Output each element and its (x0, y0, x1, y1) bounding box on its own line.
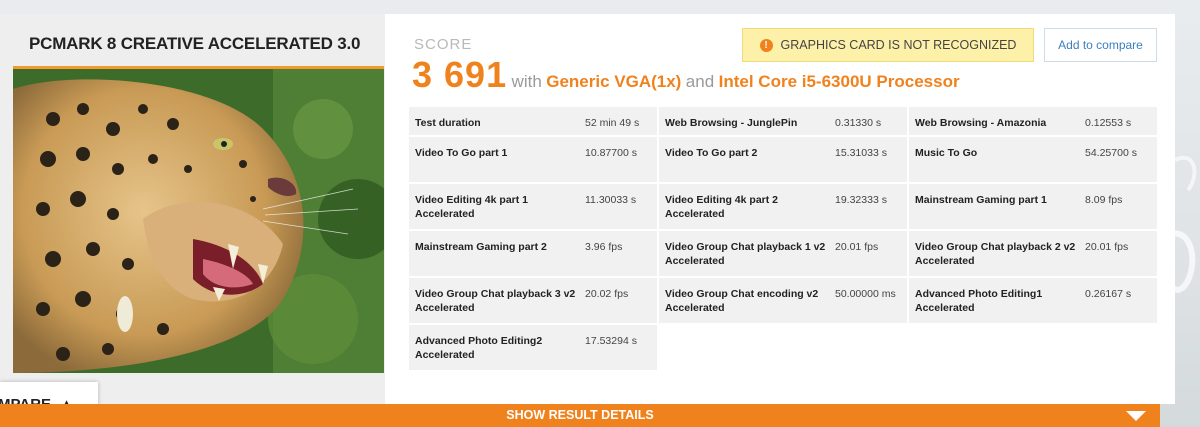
leopard-image (13, 66, 384, 373)
add-to-compare-button[interactable]: Add to compare (1044, 28, 1157, 62)
result-cell: Video Group Chat playback 1 v2 Accelerat… (659, 231, 907, 276)
result-name: Web Browsing - Amazonia (915, 117, 1047, 129)
result-value: 10.87700 s (585, 147, 637, 159)
score-and-text: and (685, 72, 715, 91)
result-cell: Mainstream Gaming part 2 3.96 fps (409, 231, 657, 276)
score-label: SCORE (414, 36, 473, 53)
benchmark-panel: PCMARK 8 CREATIVE ACCELERATED 3.0 (0, 14, 385, 404)
result-value: 17.53294 s (585, 335, 637, 347)
result-value: 50.00000 ms (835, 288, 896, 300)
results-row: Mainstream Gaming part 2 3.96 fps Video Gr… (409, 231, 1157, 278)
result-name: Mainstream Gaming part 2 (415, 241, 547, 253)
result-value: 19.32333 s (835, 194, 887, 206)
result-name: Web Browsing - JunglePin (665, 117, 798, 129)
result-value: 54.25700 s (1085, 147, 1137, 159)
result-cell: Web Browsing - JunglePin 0.31330 s (659, 107, 907, 135)
result-value: 52 min 49 s (585, 117, 640, 129)
result-value: 20.01 fps (1085, 241, 1129, 253)
results-table: Test duration 52 min 49 s Web Browsing - J… (409, 107, 1157, 372)
result-value: 20.01 fps (835, 241, 879, 253)
result-value: 8.09 fps (1085, 194, 1123, 206)
result-name: Advanced Photo Editing2 Accelerated (415, 335, 543, 361)
results-row: Advanced Photo Editing2 Accelerated 17.53… (409, 325, 1157, 372)
gpu-link[interactable]: Generic VGA(1x) (546, 72, 681, 91)
result-cell: Video To Go part 2 15.31033 s (659, 137, 907, 182)
result-name: Video To Go part 1 (415, 147, 508, 159)
result-cell: Web Browsing - Amazonia 0.12553 s (909, 107, 1157, 135)
exclamation-icon: ! (759, 38, 773, 52)
result-cell: Video To Go part 1 10.87700 s (409, 137, 657, 182)
result-cell: Video Group Chat playback 3 v2 Accelerat… (409, 278, 657, 323)
score-with-text: with (511, 72, 542, 91)
score-value: 3 691 (412, 54, 508, 95)
graphics-warning-badge: ! GRAPHICS CARD IS NOT RECOGNIZED (742, 28, 1034, 62)
result-cell: Test duration 52 min 49 s (409, 107, 657, 135)
result-name: Video To Go part 2 (665, 147, 758, 159)
result-name: Music To Go (915, 147, 978, 159)
result-cell: Video Group Chat playback 2 v2 Accelerat… (909, 231, 1157, 276)
warning-text: GRAPHICS CARD IS NOT RECOGNIZED (780, 38, 1017, 52)
result-cell: Video Editing 4k part 2 Accelerated 19.32… (659, 184, 907, 229)
result-name: Video Group Chat playback 3 v2 Accelerat… (415, 288, 576, 314)
result-name: Video Group Chat encoding v2 Accelerated (665, 288, 819, 314)
result-name: Test duration (415, 117, 481, 129)
result-value: 3.96 fps (585, 241, 623, 253)
result-card: PCMARK 8 CREATIVE ACCELERATED 3.0 SCORE … (0, 14, 1175, 404)
show-result-details-button[interactable]: SHOW RESULT DETAILS (0, 404, 1160, 427)
result-cell: Advanced Photo Editing1 Accelerated 0.261… (909, 278, 1157, 323)
result-name: Video Editing 4k part 2 Accelerated (665, 194, 778, 220)
show-details-label: SHOW RESULT DETAILS (506, 408, 654, 422)
result-value: 0.12553 s (1085, 117, 1132, 129)
result-name: Video Group Chat playback 1 v2 Accelerat… (665, 241, 826, 267)
result-name: Video Group Chat playback 2 v2 Accelerat… (915, 241, 1076, 267)
result-value: 11.30033 s (585, 194, 637, 206)
result-cell: Music To Go 54.25700 s (909, 137, 1157, 182)
result-name: Mainstream Gaming part 1 (915, 194, 1047, 206)
result-cell: Video Editing 4k part 1 Accelerated 11.30… (409, 184, 657, 229)
result-cell: Advanced Photo Editing2 Accelerated 17.53… (409, 325, 657, 370)
result-value: 0.26167 s (1085, 288, 1132, 300)
result-value: 15.31033 s (835, 147, 887, 159)
result-name: Video Editing 4k part 1 Accelerated (415, 194, 528, 220)
result-cell: Mainstream Gaming part 1 8.09 fps (909, 184, 1157, 229)
results-row: Video Editing 4k part 1 Accelerated 11.30… (409, 184, 1157, 231)
results-row: Test duration 52 min 49 s Web Browsing - J… (409, 107, 1157, 137)
chevron-down-icon (1126, 411, 1146, 421)
cpu-link[interactable]: Intel Core i5-6300U Processor (719, 72, 960, 91)
results-row: Video To Go part 1 10.87700 s Video To Go … (409, 137, 1157, 184)
benchmark-title: PCMARK 8 CREATIVE ACCELERATED 3.0 (29, 34, 361, 53)
result-value: 0.31330 s (835, 117, 882, 129)
result-name: Advanced Photo Editing1 Accelerated (915, 288, 1043, 314)
results-row: Video Group Chat playback 3 v2 Accelerat… (409, 278, 1157, 325)
result-cell: Video Group Chat encoding v2 Accelerated… (659, 278, 907, 323)
result-value: 20.02 fps (585, 288, 629, 300)
